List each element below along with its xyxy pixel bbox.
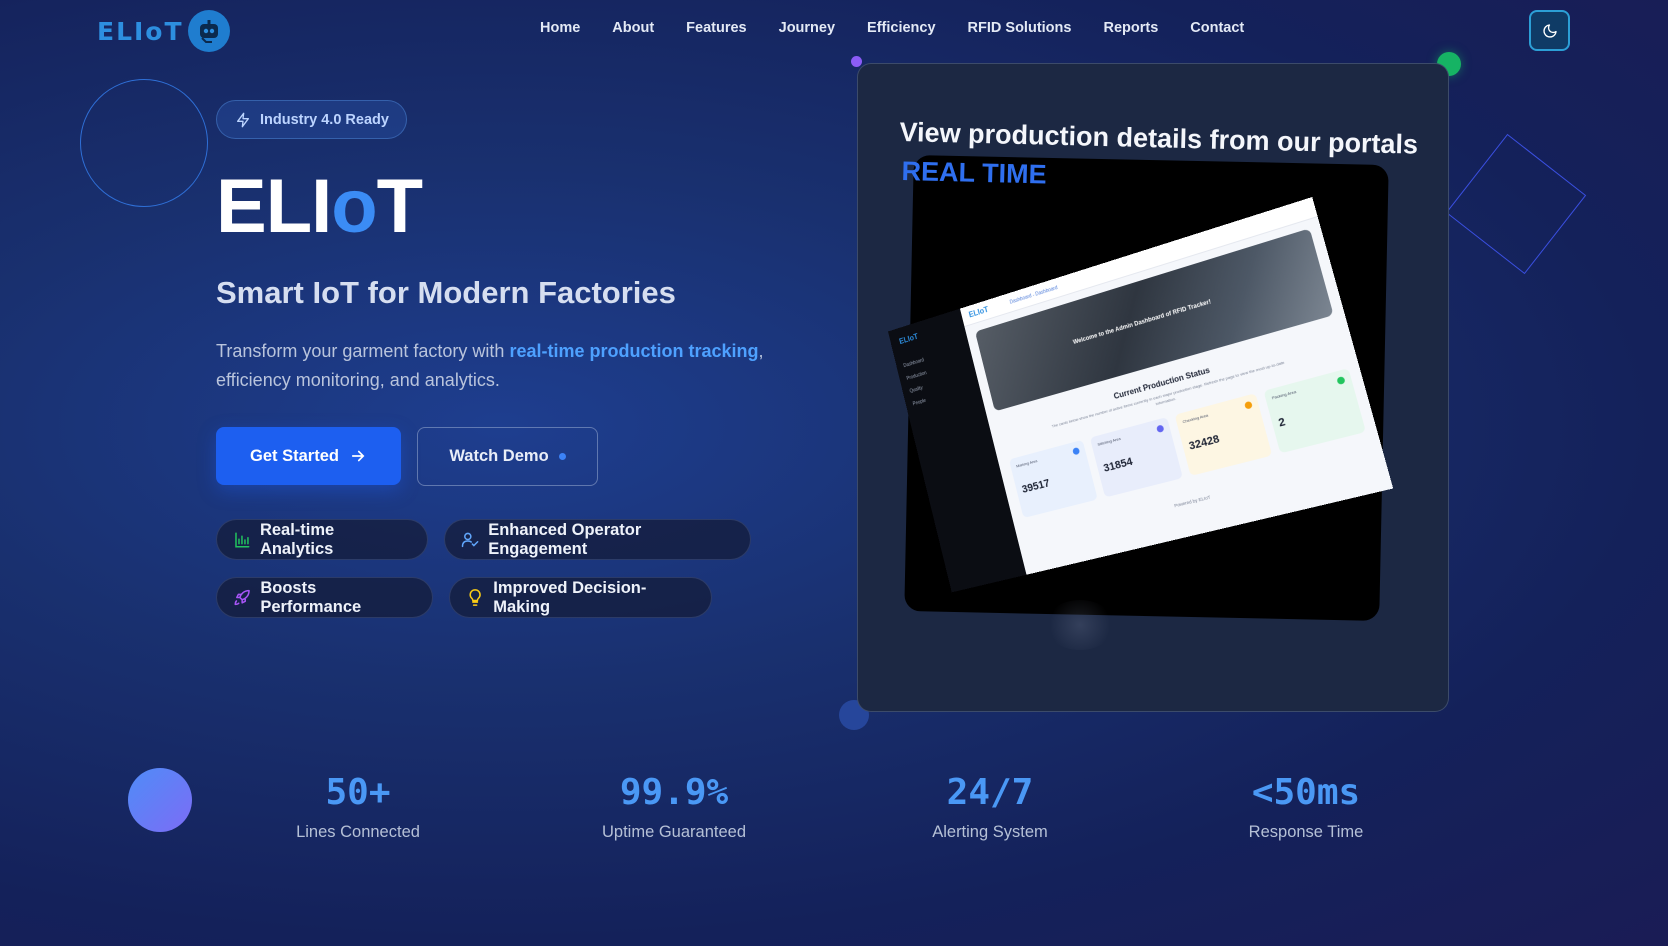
stat-alerting: 24/7 Alerting System: [860, 772, 1120, 842]
stat-value: <50ms: [1251, 772, 1361, 813]
dashboard-stat-card: Checking Area 32428: [1174, 393, 1273, 476]
lightbulb-icon: [469, 589, 481, 606]
watch-demo-label: Watch Demo: [449, 447, 549, 465]
nav-rfid-solutions[interactable]: RFID Solutions: [968, 20, 1072, 36]
nav-journey[interactable]: Journey: [779, 20, 835, 36]
nav-home[interactable]: Home: [540, 20, 580, 36]
dashboard-card-label: Packing Area: [1271, 388, 1297, 401]
lightning-icon: [237, 112, 249, 127]
dashboard-welcome: Welcome to the Admin Dashboard of RFID T…: [1072, 299, 1212, 347]
desc-text: Transform your garment factory with: [216, 341, 510, 361]
stat-label: Lines Connected: [296, 823, 420, 841]
decorative-ring: [80, 79, 208, 207]
nav-efficiency[interactable]: Efficiency: [867, 20, 936, 36]
blue-dot-icon: [558, 453, 566, 460]
hero-title-part: ELI: [216, 164, 332, 249]
brand-logo[interactable]: ELIoT: [97, 10, 230, 52]
chip-label: Boosts Performance: [260, 578, 362, 616]
feature-chip-engagement: Enhanced Operator Engagement: [444, 519, 751, 560]
stat-uptime: 99.9% Uptime Guaranteed: [544, 772, 804, 842]
decorative-orb: [128, 768, 192, 832]
dashboard-card-value: 39517: [1020, 477, 1051, 496]
dashboard-card-value: 31854: [1102, 455, 1134, 475]
stat-response-time: <50ms Response Time: [1176, 772, 1436, 842]
preview-glow: [1045, 600, 1115, 650]
stat-label: Uptime Guaranteed: [602, 823, 746, 841]
dashboard-card-value: 2: [1277, 415, 1287, 430]
hero-description: Transform your garment factory with real…: [216, 337, 796, 395]
dashboard-card-label: Marking Area: [1015, 458, 1038, 469]
feature-chip-performance: Boosts Performance: [216, 577, 433, 618]
dashboard-card-value: 32428: [1187, 433, 1221, 453]
nav-reports[interactable]: Reports: [1103, 20, 1158, 36]
dashboard-sidebar-logo: ELIoT: [898, 332, 919, 346]
arrow-right-icon: [351, 450, 365, 462]
dashboard-card-label: Stitching Area: [1096, 435, 1122, 447]
nav-features[interactable]: Features: [686, 20, 746, 36]
dashboard-card-label: Checking Area: [1181, 412, 1209, 425]
get-started-label: Get Started: [250, 446, 339, 465]
industry-badge-label: Industry 4.0 Ready: [260, 111, 389, 128]
card-icon: [1072, 446, 1081, 456]
stat-label: Alerting System: [932, 823, 1048, 841]
decorative-diamond: [1445, 133, 1587, 275]
hero-title-accent: o: [331, 164, 377, 249]
stat-label: Response Time: [1248, 823, 1364, 841]
feature-chip-analytics: Real-time Analytics: [216, 519, 428, 560]
bar-chart-icon: [235, 532, 250, 547]
stat-value: 24/7: [946, 772, 1034, 813]
chip-label: Improved Decision-Making: [493, 578, 647, 616]
feature-chip-decision: Improved Decision-Making: [449, 577, 712, 618]
nav-contact[interactable]: Contact: [1190, 20, 1244, 36]
decorative-dot-purple: [851, 56, 862, 67]
stat-value: 50+: [325, 772, 391, 813]
preview-heading-accent: REAL TIME: [901, 156, 1047, 190]
chip-label: Enhanced Operator Engagement: [488, 520, 642, 558]
stat-lines-connected: 50+ Lines Connected: [228, 772, 488, 842]
desc-highlight: real-time production tracking: [509, 341, 759, 361]
card-icon: [1156, 424, 1165, 434]
chip-label: Real-time Analytics: [259, 520, 335, 558]
logo-text: ELIoT: [97, 16, 184, 46]
dashboard-topbar-logo: ELIoT: [967, 305, 990, 320]
hero-subtitle: Smart IoT for Modern Factories: [216, 275, 676, 310]
card-icon: [1336, 375, 1346, 386]
watch-demo-button[interactable]: Watch Demo: [417, 427, 598, 486]
robot-logo-icon: [187, 10, 230, 52]
get-started-button[interactable]: Get Started: [216, 427, 401, 485]
moon-icon: [1542, 23, 1557, 38]
user-check-icon: [461, 532, 479, 548]
theme-toggle-button[interactable]: [1529, 10, 1570, 51]
dashboard-stat-card: Marking Area 39517: [1008, 439, 1098, 519]
card-icon: [1243, 400, 1253, 410]
nav-about[interactable]: About: [612, 20, 654, 36]
stat-value: 99.9%: [619, 772, 729, 813]
main-nav: Home About Features Journey Efficiency R…: [540, 20, 1244, 36]
hero-title: ELIoT: [216, 162, 423, 252]
dashboard-stat-card: Packing Area 2: [1263, 368, 1366, 454]
industry-badge: Industry 4.0 Ready: [216, 100, 407, 139]
dashboard-stat-card: Stitching Area 31854: [1089, 416, 1183, 498]
hero-title-part: T: [376, 164, 423, 249]
rocket-icon: [234, 589, 250, 606]
